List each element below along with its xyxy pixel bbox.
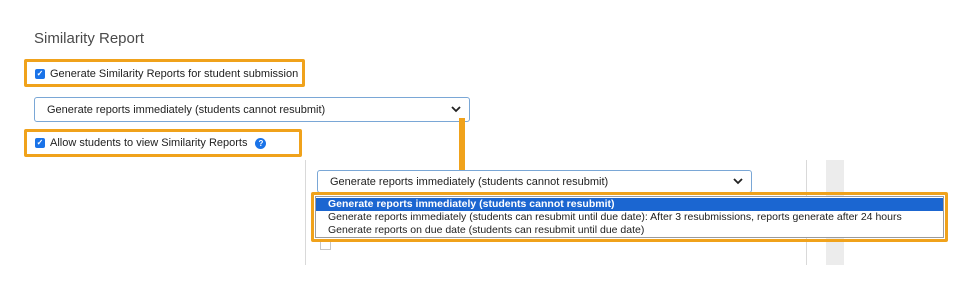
dropdown-option[interactable]: Generate reports on due date (students c… [316, 224, 943, 237]
report-generation-select[interactable]: Generate reports immediately (students c… [34, 97, 470, 122]
dropdown-option[interactable]: Generate reports immediately (students c… [316, 211, 943, 224]
generate-reports-checkbox[interactable]: ✓ [35, 69, 45, 79]
help-icon[interactable]: ? [255, 137, 267, 149]
chevron-down-icon [733, 176, 743, 188]
generate-reports-checkbox-row[interactable]: ✓ Generate Similarity Reports for studen… [35, 68, 298, 80]
panel-divider-left [305, 160, 306, 265]
allow-view-label: Allow students to view Similarity Report… [50, 137, 248, 149]
page-title: Similarity Report [34, 30, 145, 47]
allow-view-checkbox-row[interactable]: ✓ Allow students to view Similarity Repo… [35, 137, 267, 149]
dropdown-options-list[interactable]: Generate reports immediately (students c… [315, 196, 944, 238]
generate-reports-label: Generate Similarity Reports for student … [50, 68, 299, 80]
report-generation-select-zoomed[interactable]: Generate reports immediately (students c… [317, 170, 752, 193]
report-generation-select-zoomed-value: Generate reports immediately (students c… [330, 175, 609, 188]
allow-view-checkbox[interactable]: ✓ [35, 138, 45, 148]
chevron-down-icon [451, 104, 461, 116]
callout-arrow-shaft [459, 118, 465, 178]
report-generation-select-value: Generate reports immediately (students c… [47, 103, 326, 116]
dropdown-option[interactable]: Generate reports immediately (students c… [316, 198, 943, 211]
